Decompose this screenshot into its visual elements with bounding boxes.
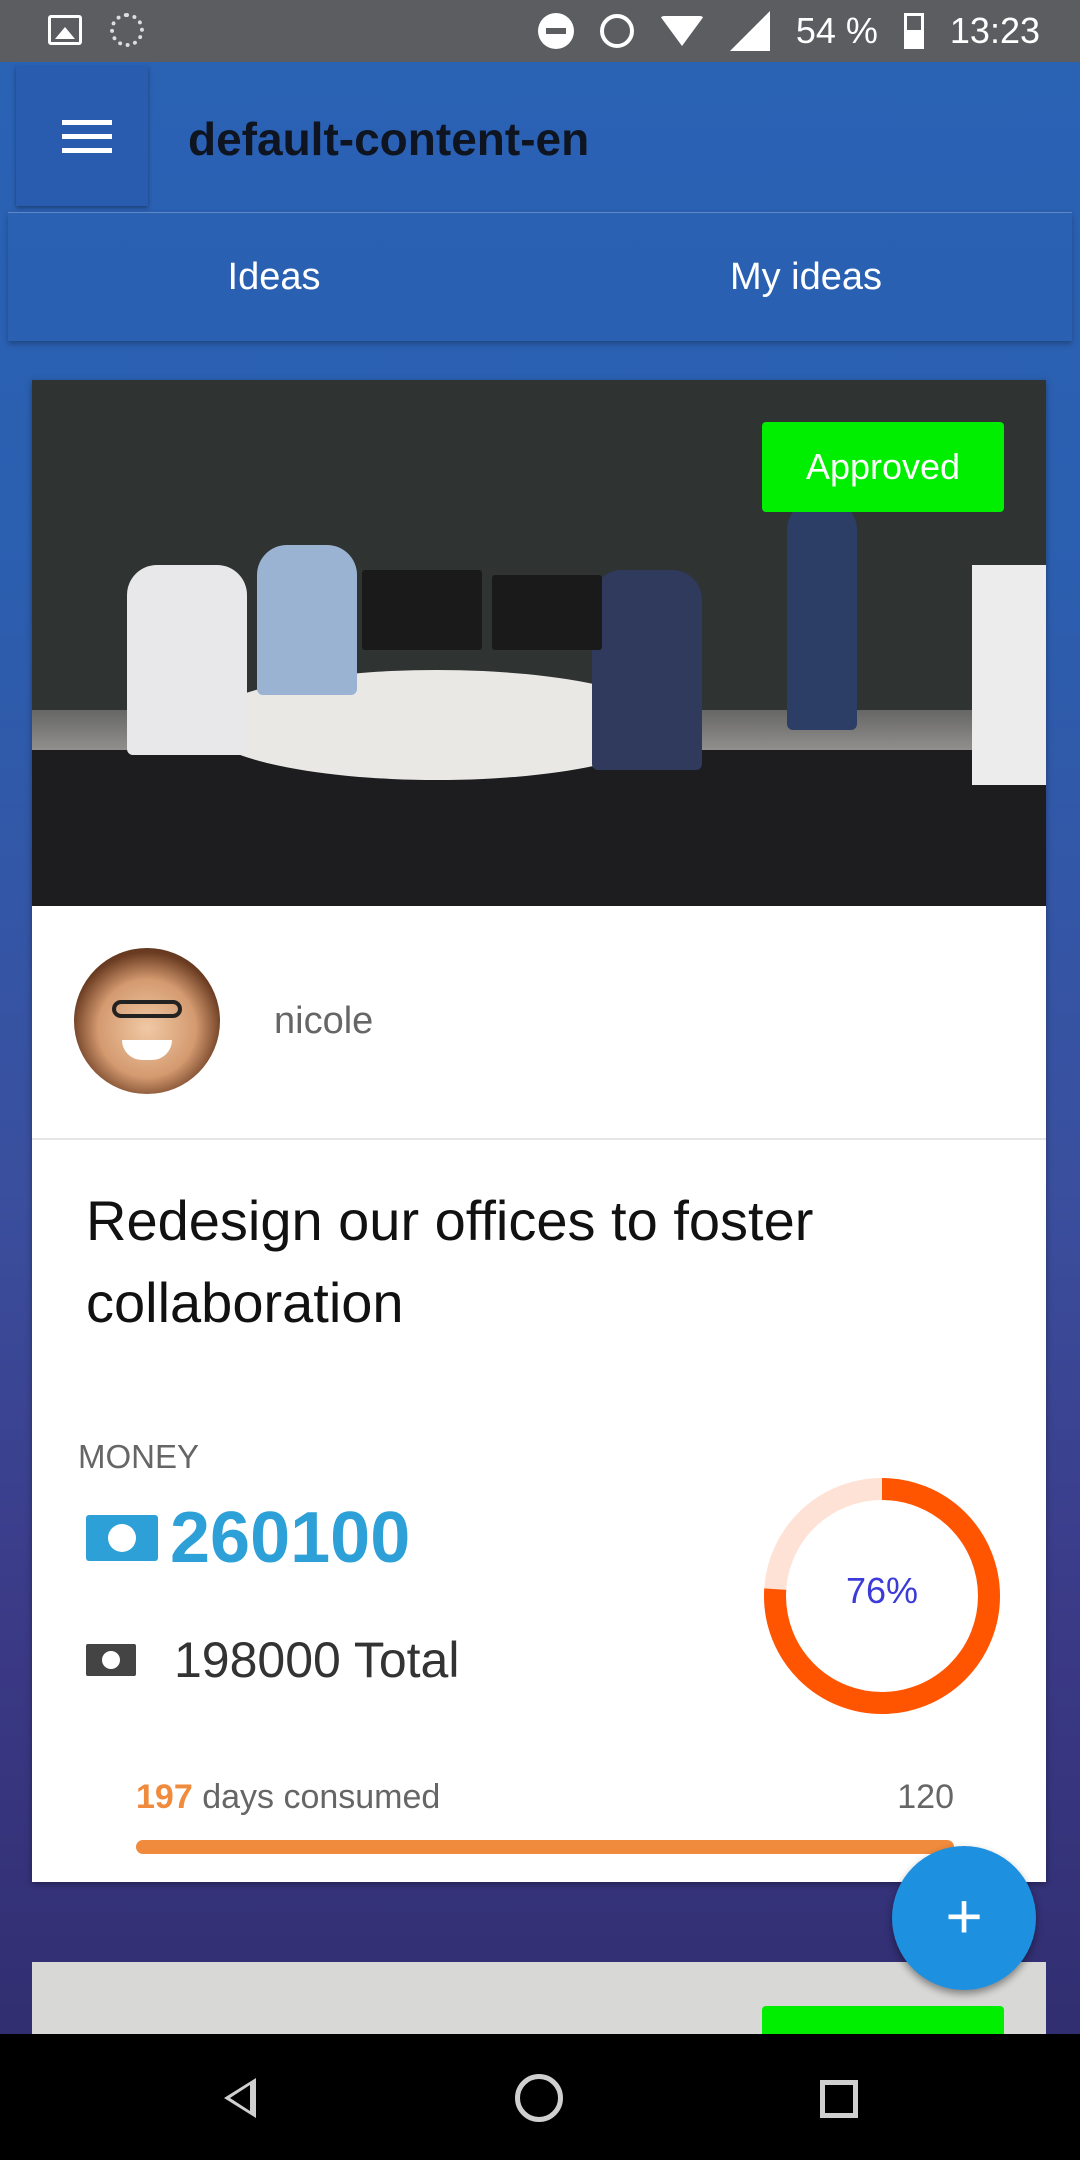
alarm-icon <box>599 14 634 48</box>
do-not-disturb-icon <box>537 13 574 49</box>
image-icon <box>48 15 82 45</box>
signal-icon <box>729 11 770 51</box>
author-name: nicole <box>274 1000 374 1042</box>
clock: 13:23 <box>949 10 1040 51</box>
app-bar: default-content-en <box>8 66 1072 212</box>
app-title: default-content-en <box>188 113 590 165</box>
home-icon[interactable] <box>515 2074 563 2122</box>
money-icon <box>86 1644 136 1676</box>
status-bar: 54 % 13:23 <box>0 0 1080 62</box>
days-consumed-count: 197 <box>136 1778 193 1816</box>
tab-ideas[interactable]: Ideas <box>8 213 540 341</box>
tab-my-ideas[interactable]: My ideas <box>540 213 1072 341</box>
money-label: MONEY <box>78 1438 200 1475</box>
add-idea-button[interactable]: + <box>892 1846 1036 1990</box>
days-consumed-label: days consumed <box>202 1778 441 1816</box>
days-progress-bar <box>136 1840 954 1854</box>
money-icon <box>86 1515 158 1561</box>
navigation-bar <box>0 2034 1080 2160</box>
idea-image: Approved <box>32 380 1046 906</box>
days-row: 197 days consumed 120 <box>136 1778 954 1817</box>
money-row: 260100 <box>86 1498 410 1578</box>
tab-bar: Ideas My ideas <box>8 212 1072 341</box>
avatar <box>74 948 220 1094</box>
back-icon[interactable] <box>224 2078 256 2118</box>
author-row[interactable]: nicole <box>32 906 1046 1140</box>
status-badge: Approved <box>762 422 1004 512</box>
total-amount: 198000 Total <box>174 1632 460 1688</box>
hamburger-menu-icon[interactable] <box>16 66 148 206</box>
recents-icon[interactable] <box>820 2080 858 2118</box>
donut-percent-label: 76% <box>845 1570 919 1611</box>
battery-percent: 54 % <box>795 10 878 51</box>
idea-card[interactable]: Approved nicole Redesign our offices to … <box>32 380 1046 1882</box>
wifi-icon <box>659 16 704 46</box>
days-total: 120 <box>897 1778 954 1816</box>
idea-title: Redesign our offices to foster collabora… <box>86 1189 814 1334</box>
money-value: 260100 <box>170 1498 411 1578</box>
total-row: 198000 Total <box>86 1630 459 1690</box>
battery-icon <box>903 13 924 49</box>
sync-icon <box>110 13 144 47</box>
